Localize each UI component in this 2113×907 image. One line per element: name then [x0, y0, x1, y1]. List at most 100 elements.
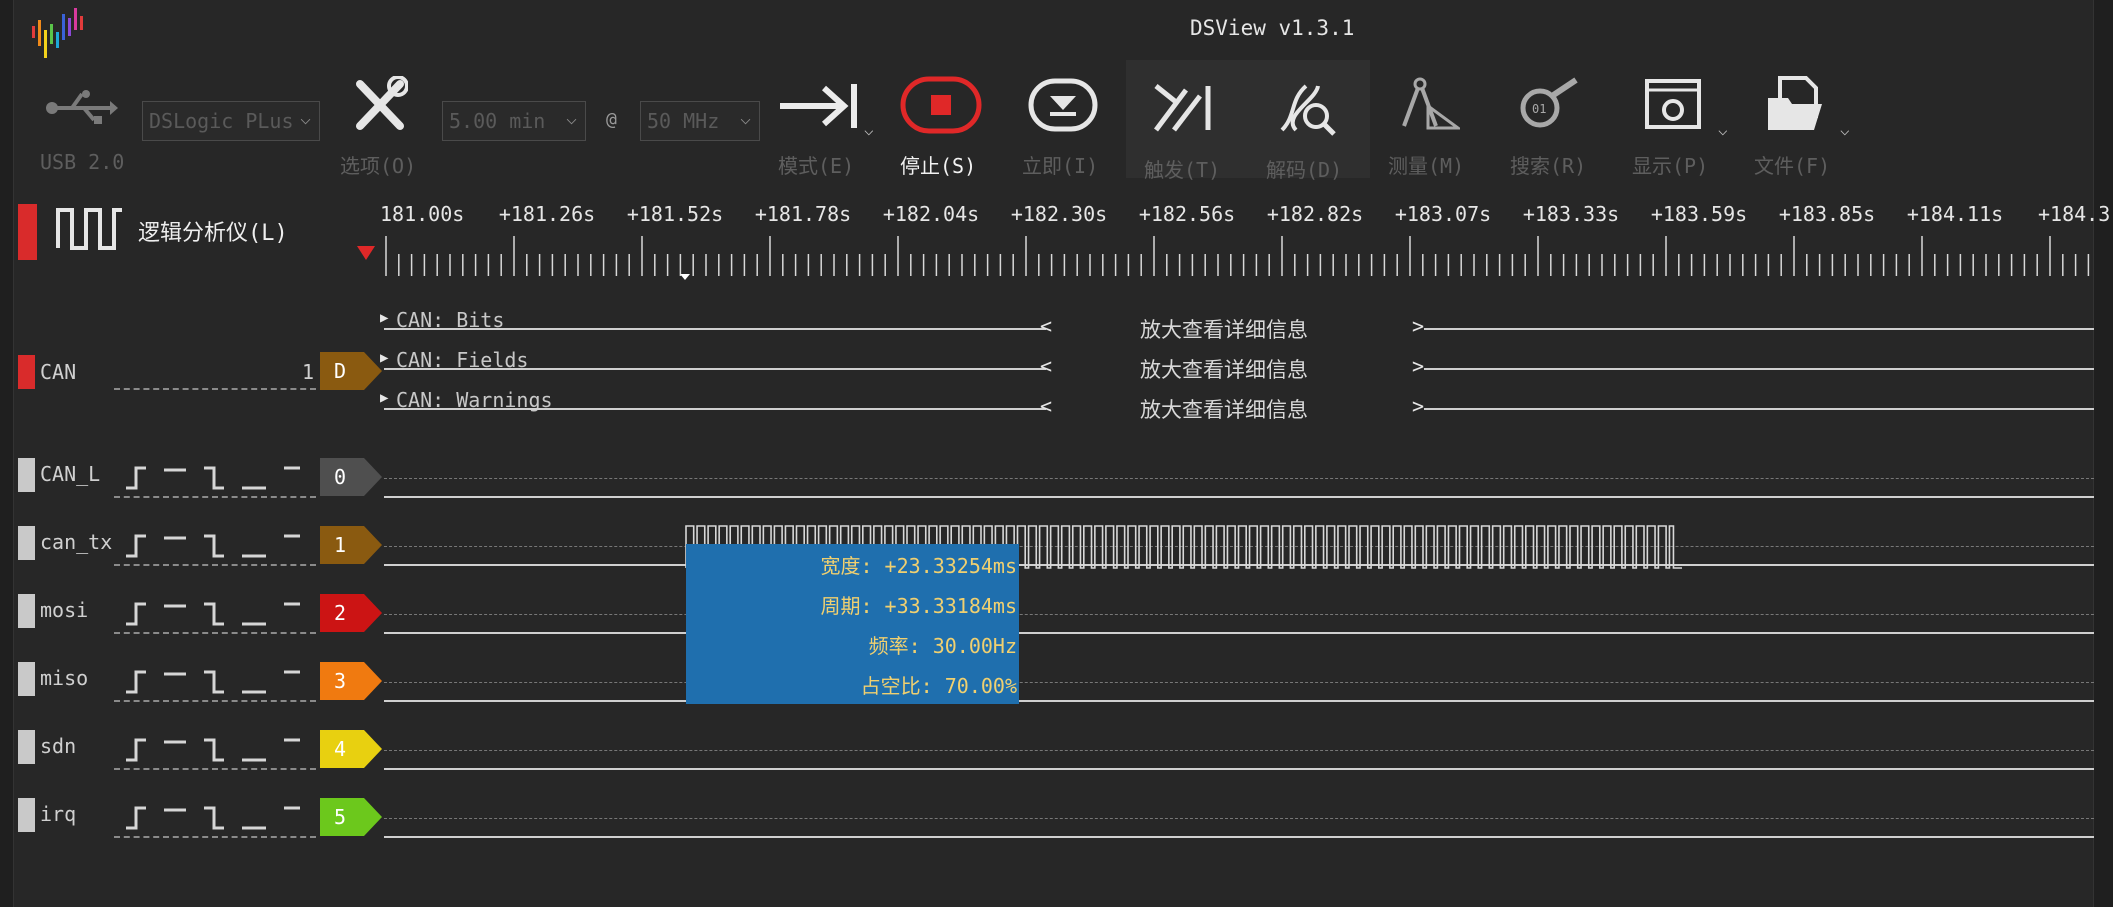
instant-button[interactable]: 立即(I) — [1022, 150, 1098, 179]
trigger-button[interactable]: 触发(T) — [1144, 154, 1220, 183]
duration-select[interactable]: 5.00 min ⌵ — [442, 101, 586, 141]
stop-icon[interactable] — [900, 76, 982, 134]
measure-duty: 占空比: 70.00% — [860, 674, 1017, 698]
channel-tag-label: 3 — [334, 669, 346, 693]
app-title: DSView v1.3.1 — [1190, 16, 1355, 40]
trigger-edge-icons[interactable] — [122, 464, 312, 492]
device-select[interactable]: DSLogic PLus ⌵ — [142, 101, 320, 141]
range-left-bracket-icon: < — [1040, 394, 1053, 418]
channel-dash-line — [114, 836, 316, 838]
channel-center-dashed — [384, 682, 2094, 683]
channel-marker-can[interactable] — [18, 355, 35, 389]
range-right-bracket-icon: > — [1412, 354, 1425, 378]
trigger-edge-icons[interactable] — [122, 736, 312, 764]
channel-enable-marker[interactable] — [18, 798, 35, 832]
expand-triangle-icon[interactable]: ▶ — [380, 310, 388, 326]
decoder-index: 1 — [302, 360, 315, 384]
decoder-trace-right — [1424, 328, 2094, 330]
channel-center-dashed — [384, 750, 2094, 751]
trigger-icon[interactable] — [1152, 82, 1214, 134]
channel-enable-marker[interactable] — [18, 526, 35, 560]
channel-tag-label: 5 — [334, 805, 346, 829]
channel-name[interactable]: irq — [40, 802, 76, 826]
ruler-ticks — [385, 236, 2090, 280]
measure-frequency: 频率: 30.00Hz — [868, 634, 1017, 658]
mode-button[interactable]: 模式(E) — [778, 150, 854, 179]
channel-enable-marker[interactable] — [18, 730, 35, 764]
usb-icon — [46, 90, 118, 124]
trigger-edge-icons[interactable] — [122, 668, 312, 696]
display-icon[interactable] — [1644, 78, 1702, 130]
decoder-tag[interactable]: D — [320, 352, 382, 390]
channel-enable-marker[interactable] — [18, 594, 35, 628]
decoder-trace-left — [384, 328, 1046, 330]
decode-dna-icon[interactable] — [1276, 80, 1336, 136]
dsview-logo-icon — [32, 8, 83, 58]
channel-trace — [384, 632, 2094, 634]
duration-select-value: 5.00 min — [449, 109, 546, 133]
usb-label: USB 2.0 — [40, 150, 125, 174]
svg-text:01: 01 — [1532, 102, 1546, 116]
samplerate-select[interactable]: 50 MHz ⌵ — [640, 101, 760, 141]
channel-name[interactable]: mosi — [40, 598, 88, 622]
display-chevron-icon[interactable]: ⌵ — [1718, 120, 1728, 139]
display-button[interactable]: 显示(P) — [1632, 150, 1708, 179]
decode-button[interactable]: 解码(D) — [1266, 154, 1342, 183]
channel-enable-marker[interactable] — [18, 662, 35, 696]
decoder-tag-label: D — [334, 359, 346, 383]
channel-name[interactable]: can_tx — [40, 530, 112, 554]
mode-chevron-icon[interactable]: ⌵ — [864, 120, 874, 139]
channel-tag[interactable]: 3 — [320, 662, 382, 700]
mode-arrow-icon[interactable] — [778, 80, 860, 132]
channel-trace — [384, 496, 2094, 498]
trigger-edge-icons[interactable] — [122, 804, 312, 832]
wrench-icon[interactable] — [352, 76, 408, 134]
decoder-trace-right — [1424, 368, 2094, 370]
channel-name[interactable]: CAN_L — [40, 462, 100, 486]
decoder-trace-right — [1424, 408, 2094, 410]
expand-triangle-icon[interactable]: ▶ — [380, 390, 388, 406]
channel-tag-label: 1 — [334, 533, 346, 557]
decoder-row-message: 放大查看详细信息 — [1140, 358, 1308, 382]
channel-tag-label: 0 — [334, 465, 346, 489]
chevron-down-icon: ⌵ — [300, 108, 311, 129]
measure-compass-icon[interactable] — [1398, 76, 1460, 134]
search-button[interactable]: 搜索(R) — [1510, 150, 1586, 179]
trigger-marker-icon[interactable] — [355, 244, 377, 264]
range-right-bracket-icon: > — [1412, 394, 1425, 418]
measure-button[interactable]: 测量(M) — [1388, 150, 1464, 179]
options-button[interactable]: 选项(O) — [340, 150, 416, 179]
expand-triangle-icon[interactable]: ▶ — [380, 350, 388, 366]
time-ruler[interactable]: 181.00s +181.26s +181.52s +181.78s +182.04s +… — [380, 196, 2110, 286]
at-sign: @ — [606, 109, 617, 130]
decoder-dash-line — [114, 388, 316, 390]
channel-tag-label: 4 — [334, 737, 346, 761]
channel-name[interactable]: miso — [40, 666, 88, 690]
instant-icon[interactable] — [1028, 78, 1098, 132]
decoder-row-message: 放大查看详细信息 — [1140, 318, 1308, 342]
file-folder-icon[interactable] — [1766, 76, 1824, 132]
trigger-edge-icons[interactable] — [122, 600, 312, 628]
channel-tag[interactable]: 5 — [320, 798, 382, 836]
file-button[interactable]: 文件(F) — [1754, 150, 1830, 179]
channel-enable-marker[interactable] — [18, 458, 35, 492]
decoder-row-message: 放大查看详细信息 — [1140, 398, 1308, 422]
trigger-edge-icons[interactable] — [122, 532, 312, 560]
device-select-value: DSLogic PLus — [149, 109, 294, 133]
channel-trace — [384, 836, 2094, 838]
channel-dash-line — [114, 700, 316, 702]
range-left-bracket-icon: < — [1040, 354, 1053, 378]
channel-tag[interactable]: 4 — [320, 730, 382, 768]
samplerate-select-value: 50 MHz — [647, 109, 720, 133]
file-chevron-icon[interactable]: ⌵ — [1840, 120, 1850, 139]
channel-tag[interactable]: 0 — [320, 458, 382, 496]
channel-dash-line — [114, 564, 316, 566]
channel-name[interactable]: sdn — [40, 734, 76, 758]
channel-tag[interactable]: 2 — [320, 594, 382, 632]
channel-tag[interactable]: 1 — [320, 526, 382, 564]
stop-button[interactable]: 停止(S) — [900, 150, 976, 179]
channel-center-dashed — [384, 614, 2094, 615]
channel-trace — [384, 768, 2094, 770]
measure-period: 周期: +33.33184ms — [820, 594, 1017, 618]
search-icon[interactable]: 01 — [1516, 76, 1582, 134]
